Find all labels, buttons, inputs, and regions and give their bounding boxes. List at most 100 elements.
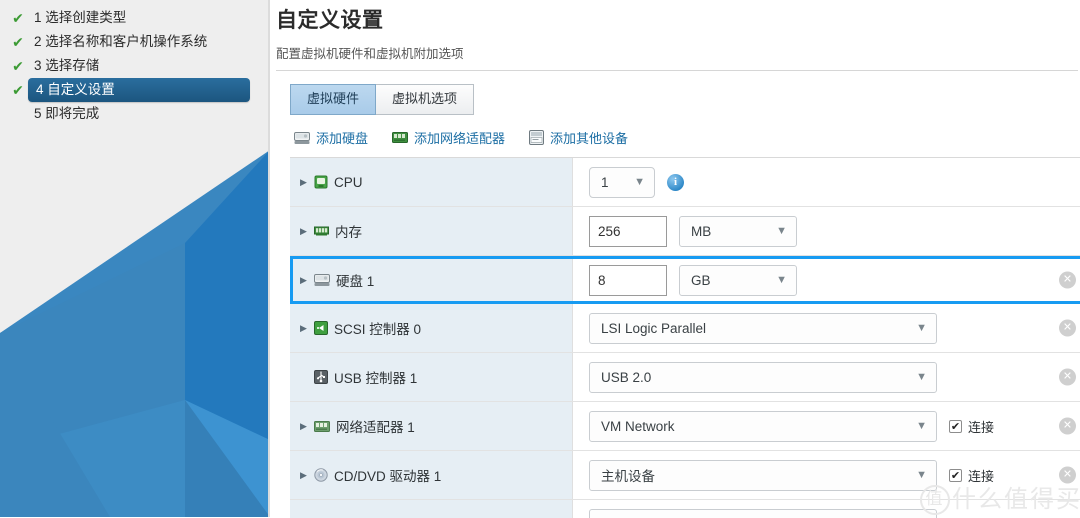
hardware-row-usb-controller-1[interactable]: ▶ USB 控制器 1 [290, 353, 1080, 402]
step-text: 选择名称和客户机操作系统 [45, 34, 207, 49]
expand-triangle-icon[interactable]: ▶ [300, 422, 314, 431]
network-adapter-network-select[interactable]: VM Network ▼ [589, 411, 937, 442]
sidebar-step-3[interactable]: ✔ 3 选择存储 [8, 54, 250, 78]
network-adapter-connect-checkbox[interactable]: ✔ [949, 420, 962, 433]
cd-dvd-connect-checkbox[interactable]: ✔ [949, 469, 962, 482]
chevron-down-icon: ▼ [916, 371, 927, 383]
usb-controller-icon [314, 370, 328, 384]
hardware-row-cpu-value-cell: 1 ▼ i [573, 158, 1080, 206]
cd-dvd-source-select[interactable]: 主机设备 ▼ [589, 460, 937, 491]
sidebar-step-1-label: 1 选择创建类型 [28, 7, 134, 29]
step-check-icon: ✔ [8, 83, 28, 97]
expand-triangle-icon[interactable]: ▶ [300, 178, 314, 187]
hardware-row-cd-dvd-drive-1-value-cell: 主机设备 ▼ ✔ 连接 ✕ [573, 451, 1080, 499]
step-text: 即将完成 [45, 106, 99, 121]
sidebar-step-2[interactable]: ✔ 2 选择名称和客户机操作系统 [8, 30, 250, 54]
main-panel: 自定义设置 配置虚拟机硬件和虚拟机附加选项 虚拟硬件 虚拟机选项 添加硬盘 [270, 0, 1080, 517]
hard-disk-icon [314, 273, 330, 287]
hardware-row-cd-dvd-drive-1-label: CD/DVD 驱动器 1 [334, 465, 441, 485]
step-number: 1 [34, 10, 42, 25]
hard-disk-icon [294, 131, 310, 145]
chevron-down-icon: ▼ [916, 420, 927, 432]
vm-customize-settings-wizard: ✔ 1 选择创建类型 ✔ 2 选择名称和客户机操作系统 ✔ 3 选择存储 ✔ 4… [0, 0, 1080, 517]
hardware-list-scroll[interactable]: ▶ CPU 1 ▼ [290, 158, 1080, 518]
expand-triangle-icon[interactable]: ▶ [300, 471, 314, 480]
expand-triangle-icon[interactable]: ▶ [300, 276, 314, 285]
tab-vm-options[interactable]: 虚拟机选项 [376, 84, 474, 115]
sidebar-step-1[interactable]: ✔ 1 选择创建类型 [8, 6, 250, 30]
wizard-sidebar: ✔ 1 选择创建类型 ✔ 2 选择名称和客户机操作系统 ✔ 3 选择存储 ✔ 4… [0, 0, 270, 517]
hardware-row-network-adapter-1[interactable]: ▶ 网络适配器 1 [290, 402, 1080, 451]
hardware-row-scsi-controller-0-label: SCSI 控制器 0 [334, 318, 421, 338]
remove-cd-dvd-drive-1-button[interactable]: ✕ [1059, 467, 1076, 484]
hardware-row-cpu-label: CPU [334, 175, 363, 190]
remove-usb-controller-1-button[interactable]: ✕ [1059, 369, 1076, 386]
hardware-row-hard-disk-1[interactable]: ▶ 硬盘 1 [290, 256, 1080, 304]
tab-bar: 虚拟硬件 虚拟机选项 [290, 84, 1080, 115]
hard-disk-unit-select[interactable]: GB ▼ [679, 265, 797, 296]
step-text: 选择存储 [45, 58, 99, 73]
network-adapter-icon [392, 131, 408, 144]
expand-triangle-icon[interactable]: ▶ [300, 324, 314, 333]
hard-disk-size-input[interactable] [589, 265, 667, 296]
hardware-row-hard-disk-1-wrapper: ▶ 硬盘 1 [290, 256, 1080, 304]
cd-dvd-connect-label: 连接 [968, 466, 994, 485]
sidebar-step-4[interactable]: ✔ 4 自定义设置 [8, 78, 250, 102]
hardware-row-cpu-name-cell: ▶ CPU [290, 158, 573, 206]
expand-triangle-icon[interactable]: ▶ [300, 227, 314, 236]
hardware-row-cpu[interactable]: ▶ CPU 1 ▼ [290, 158, 1080, 207]
remove-scsi-controller-0-button[interactable]: ✕ [1059, 320, 1076, 337]
other-device-icon [529, 130, 544, 145]
add-hard-disk-button[interactable]: 添加硬盘 [294, 128, 368, 147]
network-adapter-connect-group: ✔ 连接 [949, 417, 994, 436]
memory-size-input[interactable] [589, 216, 667, 247]
hardware-row-scsi-controller-0[interactable]: ▶ SCSI 控制器 0 LSI Logic Parallel [290, 304, 1080, 353]
hardware-row-cd-dvd-drive-1[interactable]: ▶ CD/DVD 驱动器 1 [290, 451, 1080, 500]
hardware-row-memory-value-cell: MB ▼ [573, 207, 1080, 255]
hardware-row-memory-label: 内存 [335, 221, 362, 241]
tab-virtual-hardware[interactable]: 虚拟硬件 [290, 84, 376, 115]
add-network-adapter-button[interactable]: 添加网络适配器 [392, 128, 505, 147]
add-other-device-button[interactable]: 添加其他设备 [529, 128, 628, 147]
hardware-row-video-card-name-cell: ▶ 显卡 [290, 500, 573, 518]
step-number: 2 [34, 34, 42, 49]
chevron-down-icon: ▼ [634, 176, 645, 188]
sidebar-step-5[interactable]: 5 即将完成 [8, 102, 250, 126]
cpu-count-select[interactable]: 1 ▼ [589, 167, 655, 198]
network-adapter-icon [314, 420, 330, 433]
step-check-icon: ✔ [8, 35, 28, 49]
usb-controller-type-select[interactable]: USB 2.0 ▼ [589, 362, 937, 393]
scsi-controller-type-select[interactable]: LSI Logic Parallel ▼ [589, 313, 937, 344]
hardware-row-video-card-label: 显卡 [335, 514, 362, 518]
add-network-adapter-label: 添加网络适配器 [414, 128, 505, 147]
add-other-device-label: 添加其他设备 [550, 128, 628, 147]
hardware-device-list: ▶ CPU 1 ▼ [290, 157, 1080, 518]
step-number: 3 [34, 58, 42, 73]
hardware-row-memory[interactable]: ▶ 内存 [290, 207, 1080, 256]
sidebar-step-5-label: 5 即将完成 [28, 103, 107, 125]
remove-network-adapter-1-button[interactable]: ✕ [1059, 418, 1076, 435]
hardware-row-video-card[interactable]: ▶ 显卡 默认设置 ▼ [290, 500, 1080, 518]
sidebar-step-2-label: 2 选择名称和客户机操作系统 [28, 31, 215, 53]
add-hard-disk-label: 添加硬盘 [316, 128, 368, 147]
cd-dvd-source-value: 主机设备 [601, 465, 655, 485]
network-adapter-network-value: VM Network [601, 419, 675, 434]
page-title: 自定义设置 [276, 4, 1080, 34]
memory-unit-select[interactable]: MB ▼ [679, 216, 797, 247]
step-text: 自定义设置 [47, 82, 115, 97]
network-adapter-connect-label: 连接 [968, 417, 994, 436]
hardware-row-hard-disk-1-label: 硬盘 1 [336, 270, 374, 290]
video-card-setting-value: 默认设置 [601, 514, 655, 518]
cpu-info-icon[interactable]: i [667, 174, 684, 191]
cpu-icon [314, 175, 328, 189]
memory-icon [314, 225, 329, 237]
hardware-row-hard-disk-1-value-cell: GB ▼ ✕ [573, 256, 1080, 304]
hardware-row-scsi-controller-0-value-cell: LSI Logic Parallel ▼ ✕ [573, 304, 1080, 352]
hardware-row-usb-controller-1-label: USB 控制器 1 [334, 367, 417, 387]
hardware-row-usb-controller-1-name-cell: ▶ USB 控制器 1 [290, 353, 573, 401]
hardware-row-network-adapter-1-value-cell: VM Network ▼ ✔ 连接 ✕ [573, 402, 1080, 450]
chevron-down-icon: ▼ [916, 469, 927, 481]
step-text: 选择创建类型 [45, 10, 126, 25]
chevron-down-icon: ▼ [916, 322, 927, 334]
remove-hard-disk-1-button[interactable]: ✕ [1059, 272, 1076, 289]
